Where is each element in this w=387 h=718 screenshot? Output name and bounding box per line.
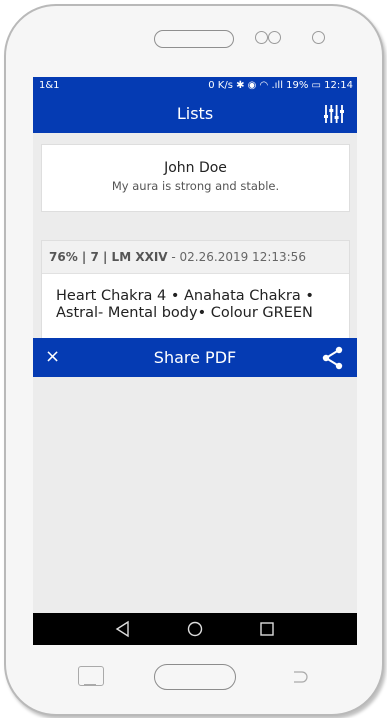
phone-camera	[312, 31, 325, 44]
entry-body: Heart Chakra 4 • Anahata Chakra • Astral…	[56, 288, 314, 321]
profile-card[interactable]: John Doe My aura is strong and stable.	[41, 144, 350, 212]
profile-name: John Doe	[164, 160, 227, 176]
share-title: Share PDF	[153, 348, 237, 367]
page-title: Lists	[176, 104, 214, 123]
phone-sensor	[255, 31, 268, 44]
hardware-back-icon[interactable]	[290, 668, 308, 686]
recent-apps-icon[interactable]	[257, 619, 277, 639]
hardware-recent-icon[interactable]	[78, 666, 104, 686]
profile-aura: My aura is strong and stable.	[111, 179, 280, 193]
home-icon[interactable]	[185, 619, 205, 639]
entry-stats: 76% | 7 | LM XXIV	[49, 250, 168, 264]
status-bar: 1&1 0 K/s ✱ ◉ ◠ .ıll 19% ▭ 12:14	[33, 77, 357, 94]
entry-header: 76% | 7 | LM XXIV - 02.26.2019 12:13:56	[42, 241, 349, 274]
navigation-bar	[33, 613, 357, 645]
app-bar: Lists	[33, 94, 357, 133]
list-item[interactable]: 76% | 7 | LM XXIV - 02.26.2019 12:13:56 …	[41, 240, 350, 342]
phone-sensor	[268, 31, 281, 44]
share-bar: × Share PDF	[33, 338, 357, 377]
sliders-icon[interactable]	[323, 103, 345, 125]
share-icon[interactable]	[321, 346, 345, 370]
phone-screen: 1&1 0 K/s ✱ ◉ ◠ .ıll 19% ▭ 12:14 Lists J…	[33, 77, 357, 645]
carrier-label: 1&1	[39, 80, 60, 91]
status-indicators: 0 K/s ✱ ◉ ◠ .ıll 19% ▭ 12:14	[208, 80, 353, 91]
back-icon[interactable]	[113, 619, 133, 639]
hardware-home-button[interactable]	[154, 664, 236, 690]
entry-date: - 02.26.2019 12:13:56	[167, 250, 306, 264]
hardware-recent-underline	[84, 684, 96, 685]
phone-speaker	[154, 30, 234, 48]
